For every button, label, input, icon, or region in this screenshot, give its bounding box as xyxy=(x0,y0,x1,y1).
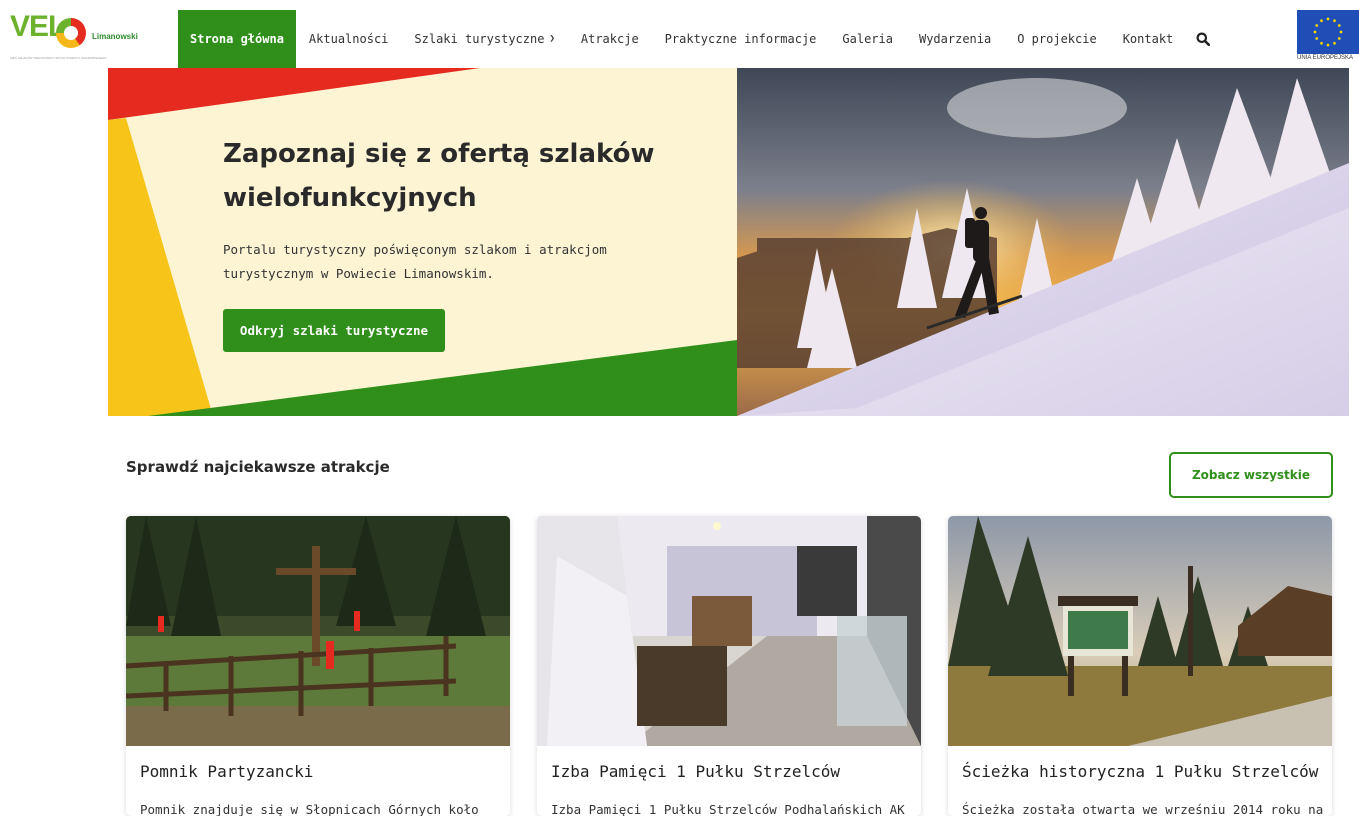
site-logo[interactable]: VEL Limanowski SIEĆ SZLAKÓW WIELOFUNKCYJ… xyxy=(8,8,158,64)
attraction-card-pomnik[interactable]: Pomnik Partyzancki Pomnik znajduje się w… xyxy=(126,516,510,816)
eu-stars-icon xyxy=(1297,10,1359,54)
attraction-title: Ścieżka historyczna 1 Pułku Strzelców xyxy=(962,762,1319,781)
nav-item-events[interactable]: Wydarzenia xyxy=(906,10,1004,68)
main-nav: Strona główna Aktualności Szlaki turysty… xyxy=(178,10,1220,68)
nav-item-about[interactable]: O projekcie xyxy=(1004,10,1109,68)
nav-label: Atrakcje xyxy=(580,32,639,46)
attraction-title: Izba Pamięci 1 Pułku Strzelców xyxy=(551,762,840,781)
hero-image-skier xyxy=(737,68,1349,416)
nav-item-home[interactable]: Strona główna xyxy=(178,10,296,68)
site-header: VEL Limanowski SIEĆ SZLAKÓW WIELOFUNKCYJ… xyxy=(0,0,1359,68)
see-all-button[interactable]: Zobacz wszystkie xyxy=(1169,452,1333,498)
nav-label: Aktualności xyxy=(308,32,389,46)
attraction-card-sciezka[interactable]: Ścieżka historyczna 1 Pułku Strzelców Śc… xyxy=(948,516,1332,816)
eu-flag-logo: UNIA EUROPEJSKA xyxy=(1297,10,1359,61)
attraction-image xyxy=(537,516,921,746)
search-icon[interactable] xyxy=(1186,10,1220,68)
nav-label: O projekcie xyxy=(1017,32,1097,46)
attraction-description: Ścieżka została otwarta we wrześniu 2014… xyxy=(962,802,1324,816)
eu-label: UNIA EUROPEJSKA xyxy=(1297,55,1354,61)
nav-label: Wydarzenia xyxy=(918,32,992,46)
nav-label: Praktyczne informacje xyxy=(664,32,817,46)
hero-banner: Zapoznaj się z ofertą szlaków wielofunkc… xyxy=(108,68,1349,416)
logo-tagline: SIEĆ SZLAKÓW WIELOFUNKCYJNYCH POWIATU LI… xyxy=(10,56,107,60)
hero-description: Portalu turystyczny poświęconym szlakom … xyxy=(223,242,607,281)
nav-item-attractions[interactable]: Atrakcje xyxy=(568,10,652,68)
logo-subtitle: Limanowski xyxy=(92,32,138,41)
attraction-description: Izba Pamięci 1 Pułku Strzelców Podhalańs… xyxy=(551,802,905,816)
attraction-title: Pomnik Partyzancki xyxy=(140,762,314,781)
nav-item-contact[interactable]: Kontakt xyxy=(1110,10,1187,68)
hero-title: Zapoznaj się z ofertą szlaków wielofunkc… xyxy=(223,139,655,213)
attraction-image xyxy=(126,516,510,746)
nav-item-gallery[interactable]: Galeria xyxy=(829,10,906,68)
chevron-down-icon: ❯ xyxy=(549,34,555,44)
discover-trails-button[interactable]: Odkryj szlaki turystyczne xyxy=(223,309,445,352)
nav-item-news[interactable]: Aktualności xyxy=(296,10,401,68)
logo-circle-icon xyxy=(56,18,86,48)
nav-label: Kontakt xyxy=(1122,32,1174,46)
nav-label: Szlaki turystyczne xyxy=(414,32,545,46)
attraction-image xyxy=(948,516,1332,746)
nav-item-practical-info[interactable]: Praktyczne informacje xyxy=(652,10,830,68)
hero-text-panel: Zapoznaj się z ofertą szlaków wielofunkc… xyxy=(108,68,737,416)
attraction-card-izba[interactable]: Izba Pamięci 1 Pułku Strzelców Izba Pami… xyxy=(537,516,921,816)
nav-label: Strona główna xyxy=(190,32,284,46)
attractions-heading: Sprawdź najciekawsze atrakcje xyxy=(126,458,390,476)
nav-label: Galeria xyxy=(842,32,893,46)
nav-item-trails[interactable]: Szlaki turystyczne ❯ xyxy=(401,10,567,68)
attraction-description: Pomnik znajduje się w Słopnicach Górnych… xyxy=(140,802,479,816)
